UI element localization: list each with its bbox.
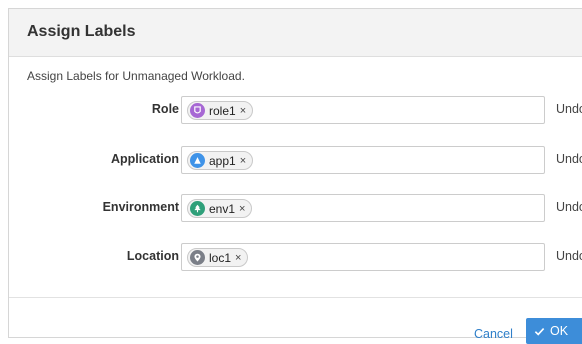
assign-labels-dialog: Assign Labels Assign Labels for Unmanage… [8,8,582,338]
check-icon [534,327,545,336]
undo-location[interactable]: Undo [556,249,582,263]
label-chip-environment[interactable]: env1 × [187,199,253,218]
application-icon [190,153,205,168]
label-chip-location[interactable]: loc1 × [187,248,249,267]
dialog-header: Assign Labels [9,9,582,57]
label-chip-role[interactable]: role1 × [187,101,254,120]
application-input[interactable]: app1 × [181,146,545,174]
undo-role[interactable]: Undo [556,102,582,116]
remove-chip-icon[interactable]: × [240,105,246,117]
chip-label: env1 [209,201,236,216]
ok-button[interactable]: OK [526,318,582,344]
remove-chip-icon[interactable]: × [235,252,241,264]
remove-chip-icon[interactable]: × [239,203,245,215]
row-environment: Environment env1 × Undo [9,194,582,222]
label-chip-application[interactable]: app1 × [187,151,254,170]
row-label-environment: Environment [102,200,179,214]
dialog-title: Assign Labels [27,23,136,40]
location-input[interactable]: loc1 × [181,243,545,271]
row-application: Application app1 × Undo [9,146,582,174]
cancel-button[interactable]: Cancel [474,327,513,341]
row-location: Location loc1 × Undo [9,243,582,271]
chip-label: app1 [209,153,236,168]
location-icon [190,250,205,265]
undo-application[interactable]: Undo [556,152,582,166]
environment-input[interactable]: env1 × [181,194,545,222]
undo-environment[interactable]: Undo [556,200,582,214]
dialog-description: Assign Labels for Unmanaged Workload. [27,69,245,83]
row-label-role: Role [151,102,179,116]
chip-label: role1 [209,103,236,118]
role-icon [190,103,205,118]
footer-divider [9,297,582,298]
row-label-location: Location [126,249,179,263]
row-label-application: Application [110,152,179,166]
role-input[interactable]: role1 × [181,96,545,124]
chip-label: loc1 [209,250,232,265]
remove-chip-icon[interactable]: × [240,155,246,167]
row-role: Role role1 × Undo [9,96,582,124]
environment-icon [190,201,205,216]
ok-button-label: OK [550,324,569,338]
